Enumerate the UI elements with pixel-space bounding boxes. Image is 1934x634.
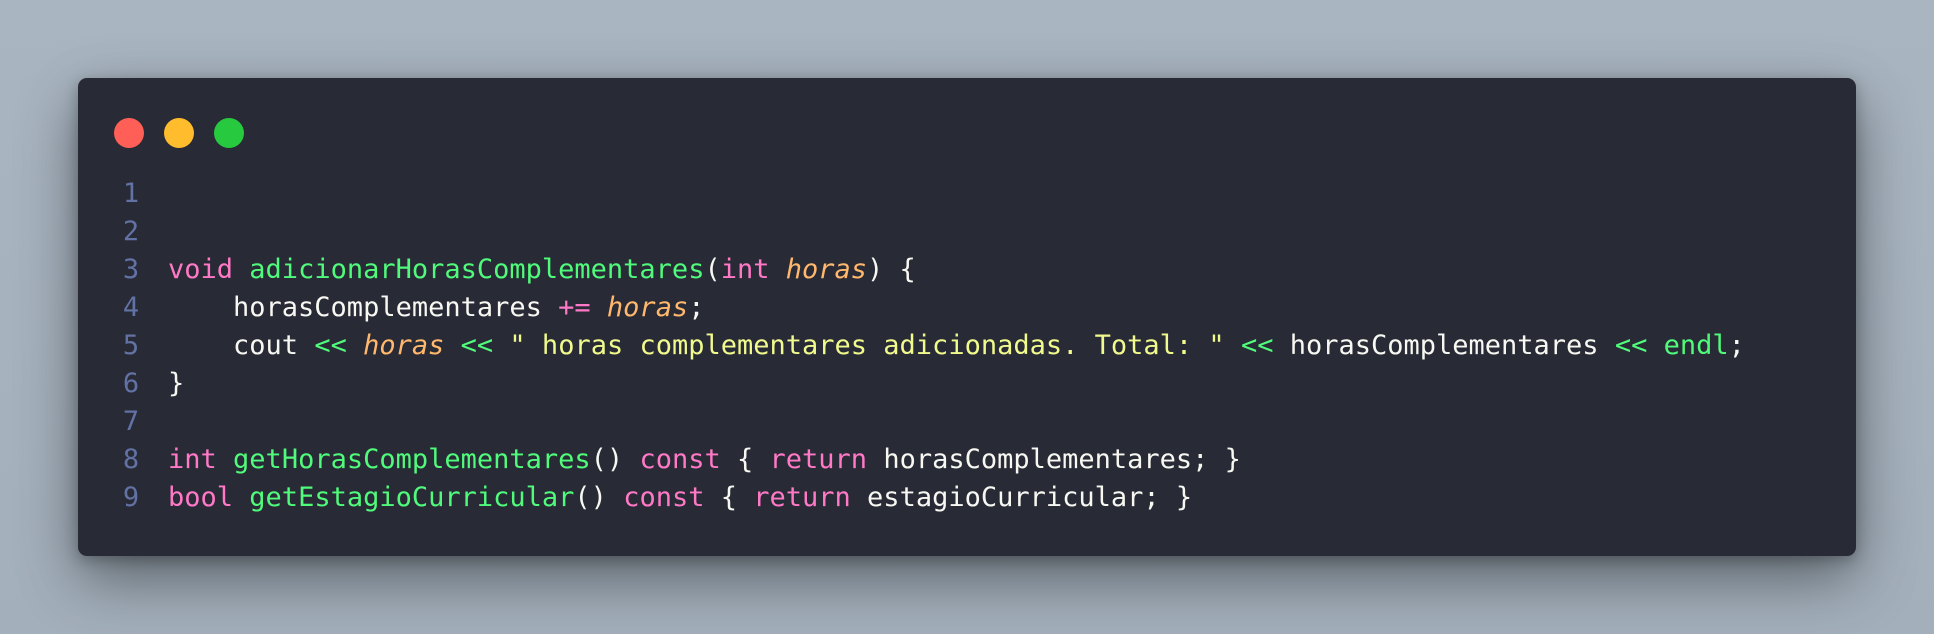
code-line: 6}	[78, 365, 1856, 403]
code-line: 4 horasComplementares += horas;	[78, 289, 1856, 327]
code-text: cout << horas << " horas complementares …	[168, 327, 1745, 365]
line-number: 6	[122, 368, 140, 399]
code-line: 8 int getHorasComplementares() const { re…	[78, 441, 1856, 479]
code-token: horas	[785, 254, 868, 285]
code-token: bool	[168, 482, 234, 513]
code-token: const	[639, 444, 721, 475]
code-text: bool getEstagioCurricular() const { retu…	[168, 479, 1192, 517]
code-token: <<	[1614, 330, 1648, 361]
code-token: <<	[1240, 330, 1274, 361]
code-token: ()	[574, 482, 624, 513]
code-token: endl	[1663, 330, 1729, 361]
close-button[interactable]	[114, 118, 144, 148]
code-token: horas	[363, 330, 445, 361]
code-token: ;	[1728, 330, 1745, 361]
code-token: ) {	[867, 254, 916, 285]
code-token: " horas complementares adicionadas. Tota…	[509, 330, 1225, 361]
maximize-button[interactable]	[214, 118, 244, 148]
code-token: horasComplementares; }	[867, 444, 1241, 475]
code-token: cout	[168, 330, 315, 361]
code-text: horasComplementares += horas;	[168, 289, 704, 327]
code-token: ()	[590, 444, 640, 475]
code-token: <<	[314, 330, 347, 361]
code-line: 5 cout << horas << " horas complementare…	[78, 327, 1856, 365]
line-number: 8	[122, 444, 140, 475]
code-token: return	[769, 444, 868, 475]
code-token: getHorasComplementares	[233, 444, 591, 475]
code-token: ;	[688, 292, 705, 323]
code-token: estagioCurricular; }	[850, 482, 1193, 513]
code-token: void	[168, 254, 234, 285]
code-line: 9 bool getEstagioCurricular() const { ret…	[78, 479, 1856, 517]
code-line: 7	[78, 403, 1856, 441]
code-token: return	[753, 482, 851, 513]
code-token: horasComplementares	[1273, 330, 1615, 361]
code-token: horas	[606, 292, 689, 323]
code-token: getEstagioCurricular	[249, 482, 575, 513]
code-window: 1 2 3 void adicionarHorasComplementares(int…	[78, 78, 1856, 556]
line-number: 5	[122, 330, 140, 361]
line-number: 7	[122, 406, 140, 437]
line-number: 9	[122, 482, 140, 513]
code-token: const	[623, 482, 705, 513]
code-line: 2	[78, 213, 1856, 251]
line-number: 4	[122, 292, 140, 323]
code-text: int getHorasComplementares() const { ret…	[168, 441, 1241, 479]
code-text: }	[168, 365, 184, 403]
code-token: int	[720, 254, 770, 285]
code-token: int	[168, 444, 217, 475]
code-block: 1 2 3 void adicionarHorasComplementares(int…	[78, 175, 1856, 517]
code-token: adicionarHorasComplementares	[249, 254, 705, 285]
code-token: {	[704, 482, 754, 513]
code-token: <<	[460, 330, 494, 361]
line-number: 1	[122, 178, 140, 209]
line-number: 3	[122, 254, 140, 285]
code-line: 3 void adicionarHorasComplementares(int h…	[78, 251, 1856, 289]
line-number: 2	[122, 216, 140, 247]
code-line: 1	[78, 175, 1856, 213]
code-text: void adicionarHorasComplementares(int ho…	[168, 251, 916, 289]
code-token: (	[704, 254, 721, 285]
code-token: horasComplementares	[168, 292, 559, 323]
code-token: }	[168, 368, 185, 399]
minimize-button[interactable]	[164, 118, 194, 148]
code-token: {	[720, 444, 770, 475]
code-token: +=	[558, 292, 591, 323]
